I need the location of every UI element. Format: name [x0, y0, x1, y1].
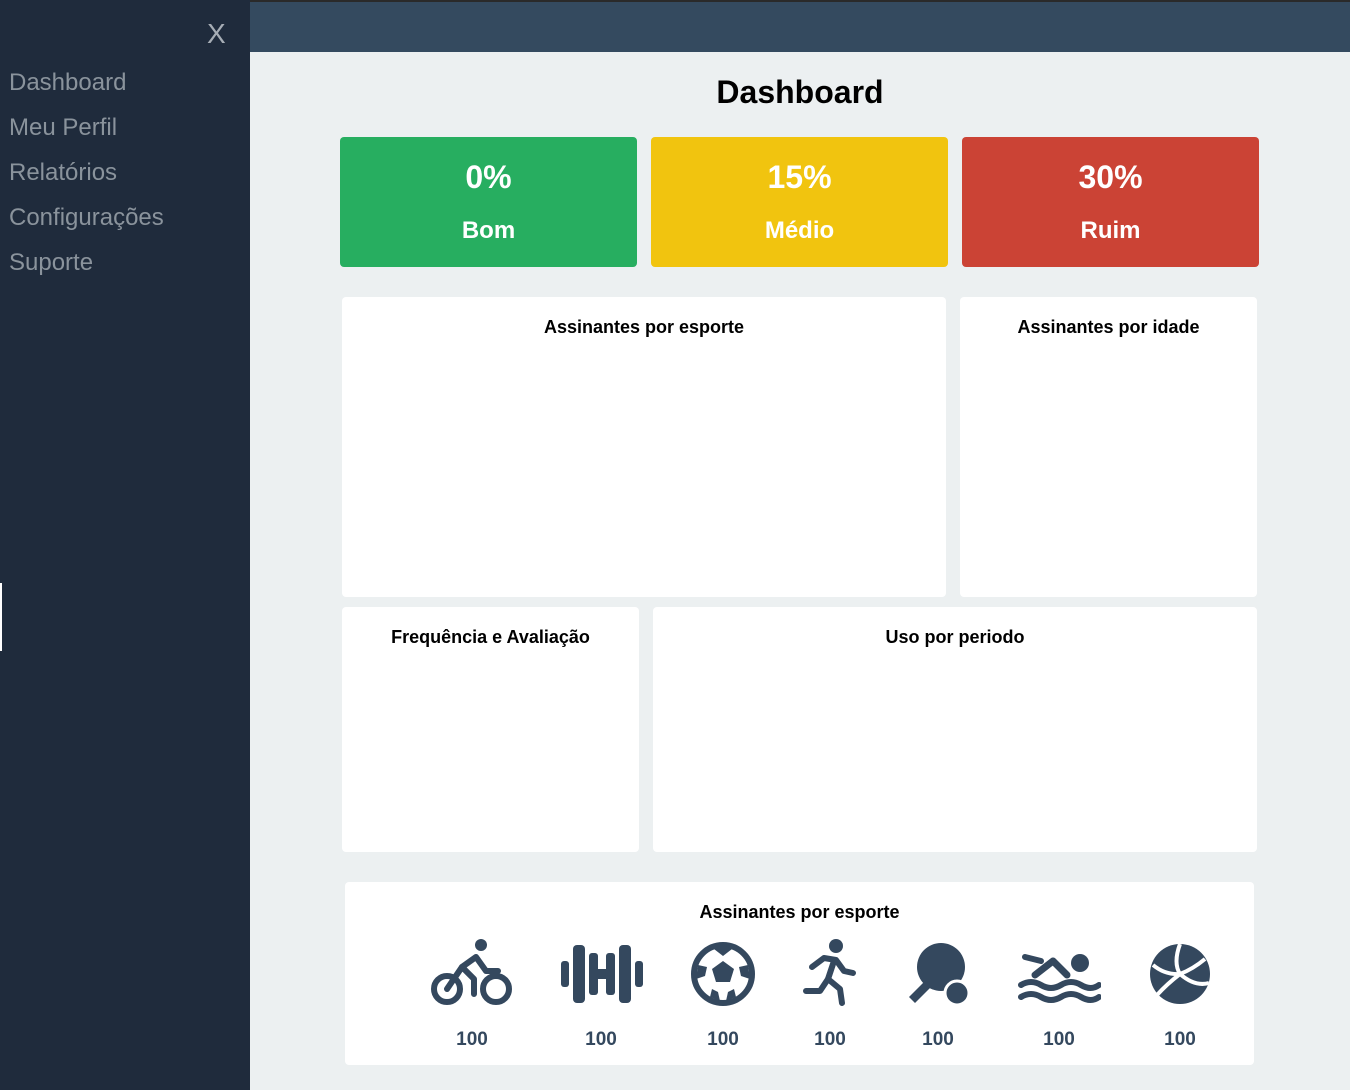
- card-title: Assinantes por esporte: [543, 317, 745, 337]
- stat-value: 30%: [1078, 159, 1143, 195]
- sport-count: 100: [456, 1029, 488, 1050]
- stat-label: Bom: [461, 217, 516, 244]
- volleyball-icon: [1150, 943, 1210, 1004]
- chart-card-frequency-rating: Frequência e Avaliação: [342, 607, 639, 852]
- main-content: Dashboard 0% Bom 15% Médio 30% Ruim Assi…: [250, 52, 1350, 1090]
- dumbbell-icon: [561, 945, 643, 1003]
- swimming-icon: [1018, 954, 1101, 1003]
- stat-card-medio: 15% Médio: [651, 137, 948, 267]
- card-title: Assinantes por idade: [1017, 317, 1200, 337]
- page-title: Dashboard: [716, 74, 884, 110]
- sport-item-running: 100: [785, 939, 875, 1050]
- sidebar-item-relatorios[interactable]: Relatórios: [9, 155, 164, 200]
- sport-count: 100: [814, 1029, 846, 1050]
- sport-item-dumbbell: 100: [556, 939, 646, 1050]
- stat-label: Ruim: [1080, 217, 1141, 244]
- sidebar: X Dashboard Meu Perfil Relatórios Config…: [0, 0, 250, 1090]
- sport-item-soccer: 100: [678, 939, 768, 1050]
- sport-item-volleyball: 100: [1135, 939, 1225, 1050]
- sidebar-item-suporte[interactable]: Suporte: [9, 245, 164, 290]
- stat-card-bom: 0% Bom: [340, 137, 637, 267]
- stat-label: Médio: [764, 217, 835, 244]
- top-bar: [250, 0, 1350, 52]
- ping-pong-icon: [909, 943, 971, 1007]
- sport-count: 100: [585, 1029, 617, 1050]
- sport-item-ping-pong: 100: [893, 939, 983, 1050]
- stat-value: 0%: [465, 159, 512, 195]
- sport-item-cycling: 100: [427, 939, 517, 1050]
- chart-card-subscribers-by-sport: Assinantes por esporte: [342, 297, 946, 597]
- running-icon: [803, 939, 856, 1006]
- sport-item-swimming: 100: [1014, 939, 1104, 1050]
- sidebar-item-dashboard[interactable]: Dashboard: [9, 65, 164, 110]
- sport-count: 100: [922, 1029, 954, 1050]
- sidebar-item-configuracoes[interactable]: Configurações: [9, 200, 164, 245]
- cycling-icon: [431, 939, 512, 1005]
- sidebar-item-meu-perfil[interactable]: Meu Perfil: [9, 110, 164, 155]
- sport-count: 100: [1164, 1029, 1196, 1050]
- sidebar-menu: Dashboard Meu Perfil Relatórios Configur…: [9, 65, 164, 290]
- close-sidebar-button[interactable]: X: [207, 18, 226, 50]
- stat-card-ruim: 30% Ruim: [962, 137, 1259, 267]
- card-title: Uso por periodo: [885, 627, 1025, 647]
- sport-count: 100: [707, 1029, 739, 1050]
- card-title: Frequência e Avaliação: [391, 627, 590, 647]
- stat-value: 15%: [767, 159, 832, 195]
- soccer-ball-icon: [691, 942, 755, 1006]
- card-title: Assinantes por esporte: [699, 902, 900, 922]
- chart-card-usage-by-period: Uso por periodo: [653, 607, 1257, 852]
- sport-count: 100: [1043, 1029, 1075, 1050]
- chart-card-subscribers-by-age: Assinantes por idade: [960, 297, 1257, 597]
- sidebar-marker: [0, 583, 2, 651]
- sports-panel: Assinantes por esporte 100 100 100 100 1…: [345, 882, 1254, 1065]
